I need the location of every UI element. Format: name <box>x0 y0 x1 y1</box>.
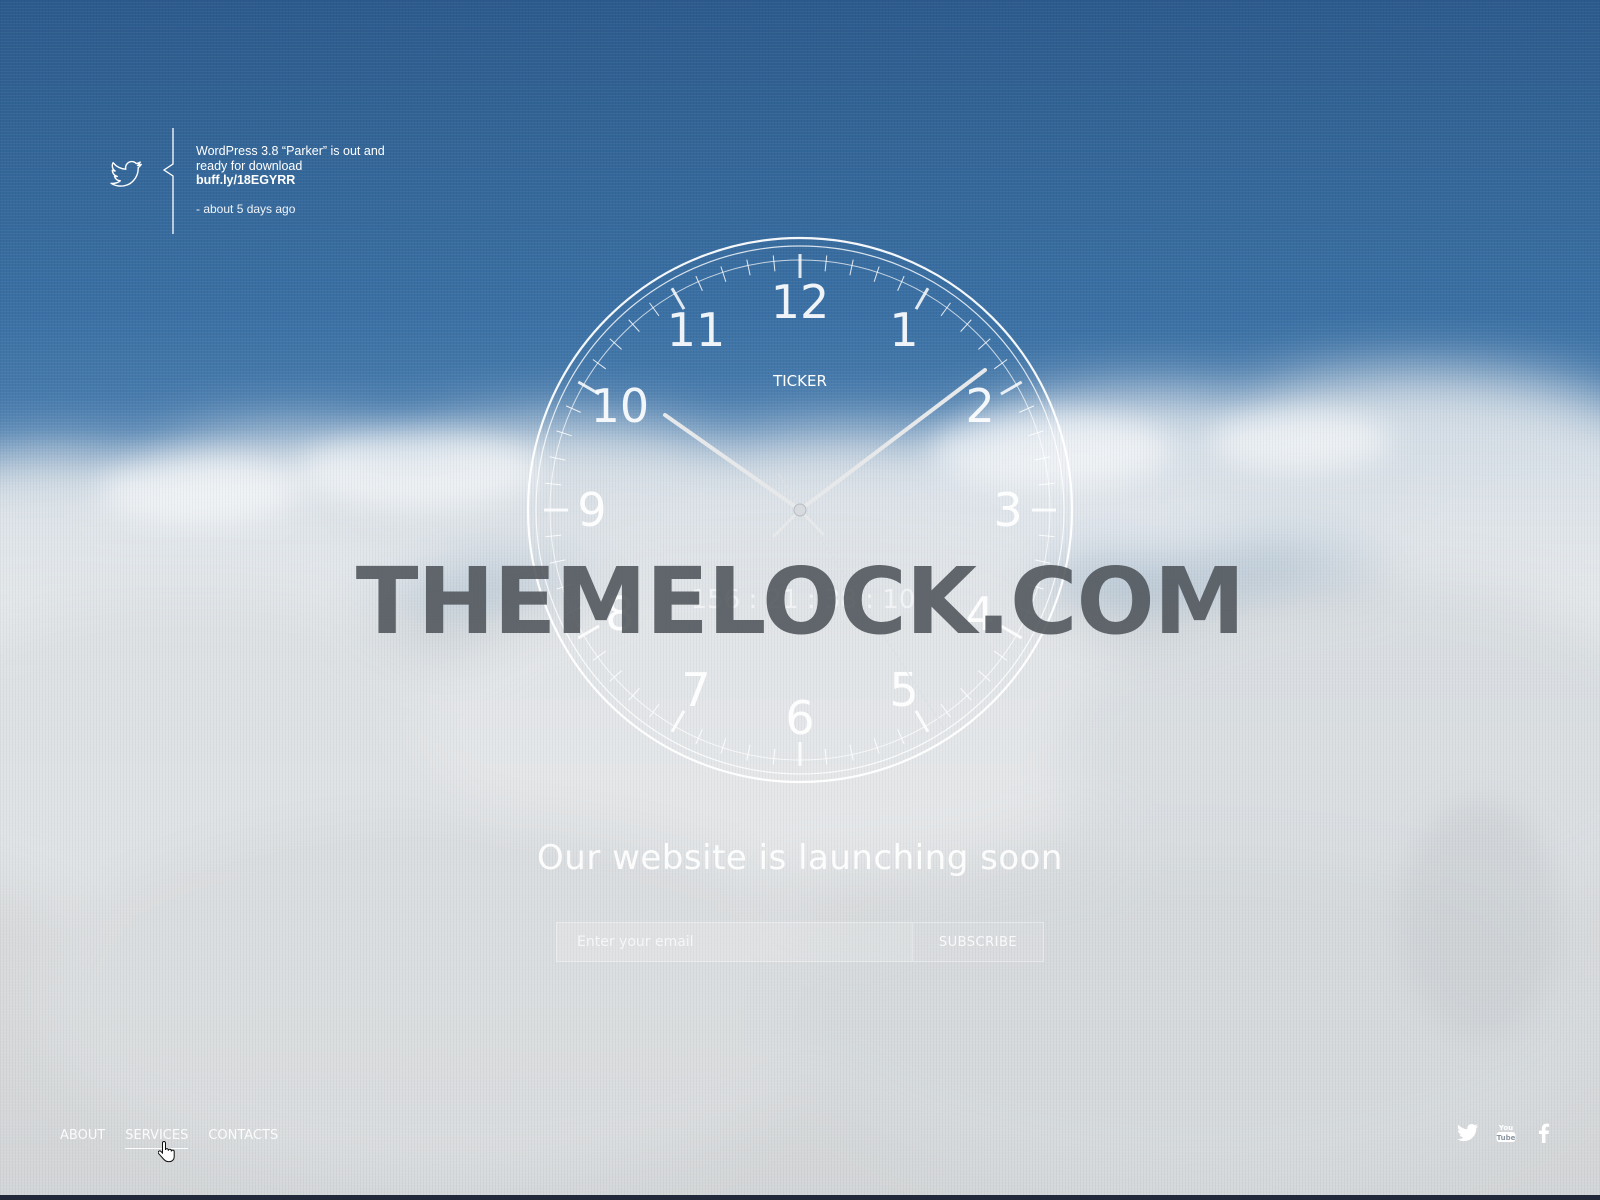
email-input[interactable] <box>556 922 912 962</box>
clock-minor-tick <box>849 259 854 276</box>
svg-text:You: You <box>1498 1124 1513 1132</box>
clock-numeral-2: 2 <box>965 379 994 433</box>
clock-minor-tick <box>1019 405 1035 413</box>
clock-minor-tick <box>720 266 727 282</box>
clock-minor-tick <box>824 255 828 272</box>
clock-minor-tick <box>720 738 727 754</box>
clock-label: TICKER <box>772 372 827 390</box>
clock-minor-tick <box>1034 456 1051 461</box>
clock-minor-tick <box>873 266 880 282</box>
tweet-text: WordPress 3.8 “Parker” is out and ready … <box>196 144 385 173</box>
clock-minor-tick <box>873 738 880 754</box>
launch-heading: Our website is launching soon <box>537 838 1063 878</box>
hand-cursor-icon <box>158 1140 175 1163</box>
clock-minor-tick <box>628 688 640 701</box>
twitter-bird-icon <box>110 160 142 187</box>
clock-numeral-11: 11 <box>667 303 726 357</box>
clock-minor-tick <box>545 534 562 538</box>
nav-services[interactable]: SERVICES <box>125 1128 189 1149</box>
clock-center-pin <box>793 503 807 517</box>
nav-contacts[interactable]: CONTACTS <box>208 1128 278 1149</box>
clock-minor-tick <box>565 405 581 413</box>
clock-minor-tick <box>897 729 905 745</box>
clock-minor-tick <box>695 275 703 291</box>
clock-minor-tick <box>609 670 622 682</box>
clock-minor-tick <box>978 670 991 682</box>
clock-minor-tick <box>1028 430 1044 437</box>
clock-minor-tick <box>556 430 572 437</box>
clock-minor-tick <box>746 259 751 276</box>
facebook-icon[interactable] <box>1532 1122 1556 1144</box>
tweet-divider <box>162 128 174 234</box>
clock-minor-tick <box>772 255 776 272</box>
clock-minor-tick <box>978 338 991 350</box>
analog-clock: 12 1 2 3 4 5 6 7 8 9 10 11 TICKER 156 : 21 : 38 : 1… <box>520 230 1080 790</box>
clock-minor-tick <box>746 744 751 761</box>
youtube-icon[interactable]: You Tube <box>1494 1122 1518 1144</box>
clock-minor-tick <box>549 456 566 461</box>
tweet-link[interactable]: buff.ly/18EGYRR <box>196 173 406 188</box>
subscribe-button[interactable]: SUBSCRIBE <box>912 922 1044 962</box>
clock-minor-tick <box>545 482 562 486</box>
clock-minute-hand <box>798 368 987 512</box>
clock-minor-tick <box>824 748 828 765</box>
clock-numeral-6: 6 <box>785 691 814 745</box>
clock-minor-tick <box>1038 482 1055 486</box>
clock-numeral-7: 7 <box>681 663 710 717</box>
watermark-text: THEMELOCK.COM <box>355 548 1246 655</box>
clock-minor-tick <box>897 275 905 291</box>
clock-minor-tick <box>849 744 854 761</box>
clock-minor-tick <box>1038 534 1055 538</box>
clock-minor-tick <box>960 319 972 332</box>
clock-numeral-10: 10 <box>591 379 650 433</box>
clock-minor-tick <box>609 338 622 350</box>
tweet-time: - about 5 days ago <box>196 201 296 216</box>
clock-numeral-3: 3 <box>993 483 1022 537</box>
bottom-bar <box>0 1195 1600 1200</box>
clock-minor-tick <box>772 748 776 765</box>
clock-numeral-12: 12 <box>771 275 830 329</box>
clock-minor-tick <box>695 729 703 745</box>
clock-numeral-5: 5 <box>889 663 918 717</box>
clock-minor-tick <box>628 319 640 332</box>
social-links: You Tube <box>1456 1122 1556 1144</box>
svg-text:Tube: Tube <box>1497 1134 1516 1142</box>
clock-minor-tick <box>960 688 972 701</box>
nav-about[interactable]: ABOUT <box>60 1128 105 1149</box>
clock-numeral-9: 9 <box>577 483 606 537</box>
subscribe-form: SUBSCRIBE <box>556 922 1044 962</box>
tweet-box: WordPress 3.8 “Parker” is out and ready … <box>196 144 406 216</box>
twitter-icon[interactable] <box>1456 1122 1480 1144</box>
clock-hour-hand <box>663 413 802 512</box>
clock-numeral-1: 1 <box>889 303 918 357</box>
